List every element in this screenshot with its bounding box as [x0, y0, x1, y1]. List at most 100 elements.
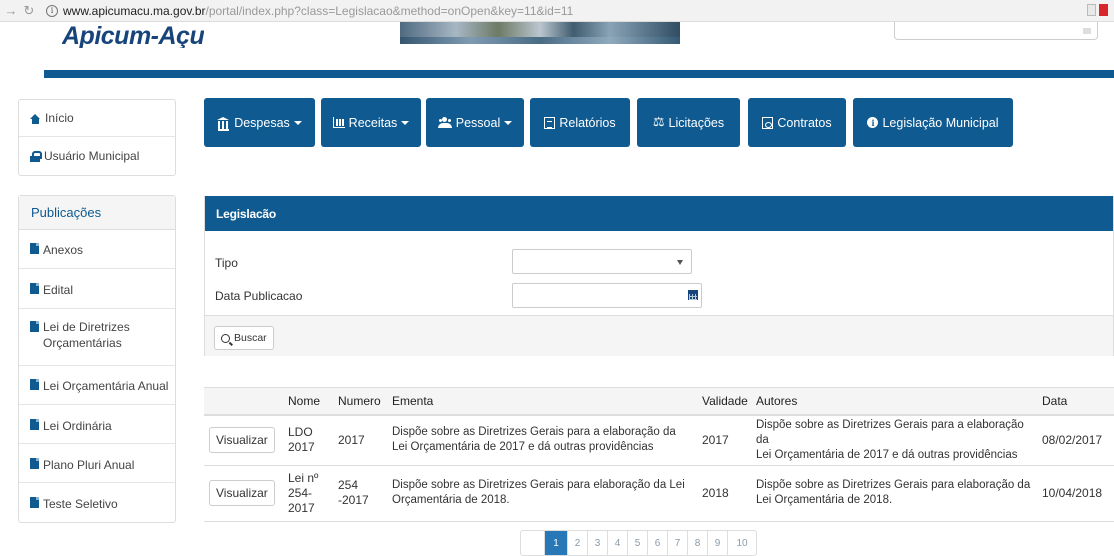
file-icon	[30, 379, 39, 390]
pagination-page-10[interactable]: 10	[728, 531, 756, 555]
pagination-page-4[interactable]: 4	[608, 531, 628, 555]
column-header-ementa[interactable]: Ementa	[390, 387, 700, 416]
numero-cell: 254 -2017	[336, 465, 390, 522]
ementa-line: Orçamentária de 2018.	[392, 494, 510, 506]
form-footer: Buscar	[205, 315, 1113, 356]
ementa-line: Dispõe sobre as Diretrizes Gerais para a…	[392, 426, 676, 438]
sidebar-item-lei-orcamentaria-anual[interactable]: Lei Orçamentária Anual	[19, 366, 175, 405]
bar-chart-icon	[332, 117, 345, 128]
visualizar-button[interactable]: Visualizar	[209, 480, 275, 506]
data-cell: 10/04/2018	[1040, 465, 1114, 522]
file-icon	[30, 419, 39, 430]
extension-icon[interactable]	[1087, 4, 1096, 16]
nav-licitacoes-button[interactable]: ⚖ Licitações	[637, 98, 740, 147]
sidebar-item-anexos[interactable]: Anexos	[19, 230, 175, 269]
file-icon	[30, 321, 39, 332]
actions-cell: Visualizar	[204, 465, 286, 522]
calendar-icon[interactable]	[688, 290, 698, 300]
sidebar-item-label: Anexos	[43, 243, 84, 257]
sidebar-item-usuario-municipal[interactable]: Usuário Municipal	[19, 137, 175, 174]
pagination-page-2[interactable]: 2	[568, 531, 588, 555]
nav-despesas-dropdown[interactable]: Despesas	[204, 98, 315, 147]
pagination-page-8[interactable]: 8	[688, 531, 708, 555]
sidebar-item-teste-seletivo[interactable]: Teste Seletivo	[19, 483, 175, 523]
site-logo[interactable]: Apicum-Açu	[62, 22, 204, 48]
pdf-icon	[762, 116, 774, 129]
buscar-button[interactable]: Buscar	[214, 326, 274, 350]
autores-cell: Dispõe sobre as Diretrizes Gerais para a…	[754, 414, 1040, 466]
caret-down-icon	[504, 120, 513, 125]
table-row: Visualizar Lei nº 254- 2017 254 -2017 Dispõ…	[204, 465, 1114, 522]
site-info-icon[interactable]: i	[46, 4, 58, 17]
autores-line: Dispõe sobre as Diretrizes Gerais para a…	[756, 418, 1024, 446]
buscar-label: Buscar	[234, 332, 267, 344]
column-header-autores[interactable]: Autores	[754, 387, 1040, 416]
table-header-row: Nome Numero Ementa Validade Autores Data	[204, 387, 1114, 416]
sidebar-item-lei-de-diretrizes-orcamentarias[interactable]: Lei de Diretrizes Orçamentárias	[19, 309, 175, 366]
sidebar-item-lei-ordinaria[interactable]: Lei Ordinária	[19, 405, 175, 444]
pagination-page-9[interactable]: 9	[708, 531, 728, 555]
nav-pessoal-dropdown[interactable]: Pessoal	[426, 98, 524, 147]
nav-label: Relatórios	[559, 115, 616, 130]
numero-line: -2017	[338, 493, 369, 507]
nav-legislacao-municipal-button[interactable]: i Legislação Municipal	[853, 98, 1013, 147]
reload-icon[interactable]: ↻	[22, 3, 36, 19]
column-header-validade[interactable]: Validade	[700, 387, 754, 416]
nav-relatorios-button[interactable]: Relatórios	[530, 98, 630, 147]
visualizar-button[interactable]: Visualizar	[209, 427, 275, 453]
sidebar-item-label: Lei Ordinária	[43, 419, 112, 433]
nav-label: Legislação Municipal	[882, 115, 999, 130]
extension-icons	[1087, 4, 1108, 16]
nav-receitas-dropdown[interactable]: Receitas	[321, 98, 421, 147]
nome-line: LDO	[288, 425, 313, 439]
results-table: Nome Numero Ementa Validade Autores Data…	[204, 387, 1114, 522]
scale-icon: ⚖	[652, 115, 665, 130]
ementa-line: Lei Orçamentária de 2017 e dá outras pro…	[392, 441, 654, 453]
sidebar-publications-panel: Publicações Anexos Edital Lei de Diretri…	[18, 195, 176, 523]
tipo-select[interactable]	[512, 249, 692, 274]
search-icon	[221, 333, 230, 343]
numero-cell: 2017	[336, 414, 390, 466]
bank-icon	[217, 116, 230, 131]
column-header-data[interactable]: Data	[1040, 387, 1114, 416]
address-bar[interactable]: i www.apicumacu.ma.gov.br/portal/index.p…	[46, 2, 573, 20]
caret-down-icon	[293, 120, 302, 125]
pagination-page-3[interactable]: 3	[588, 531, 608, 555]
data-publicacao-label: Data Publicacao	[215, 289, 303, 303]
sidebar-item-edital[interactable]: Edital	[19, 269, 175, 309]
actions-cell: Visualizar	[204, 414, 286, 466]
autores-line: Lei Orçamentária de 2018.	[756, 494, 893, 506]
pagination-page-5[interactable]: 5	[628, 531, 648, 555]
nome-cell: Lei nº 254- 2017	[286, 465, 336, 522]
ementa-line: Dispõe sobre as Diretrizes Gerais para e…	[392, 479, 685, 491]
pagination-page-6[interactable]: 6	[648, 531, 668, 555]
header-search-box[interactable]	[894, 22, 1098, 40]
column-header-nome[interactable]: Nome	[286, 387, 336, 416]
sidebar-item-label: Edital	[43, 283, 74, 297]
nav-label: Receitas	[348, 115, 398, 130]
sidebar-item-label: Lei Orçamentária Anual	[43, 379, 169, 393]
caret-down-icon	[401, 120, 410, 125]
nome-line: Lei nº	[288, 470, 319, 485]
sidebar-item-label: Usuário Municipal	[44, 148, 140, 163]
autores-cell: Dispõe sobre as Diretrizes Gerais para e…	[754, 465, 1040, 522]
users-icon	[437, 117, 452, 128]
nome-line: 2017	[288, 440, 315, 454]
nav-contratos-button[interactable]: Contratos	[748, 98, 846, 147]
url-domain: www.apicumacu.ma.gov.br	[63, 3, 206, 18]
column-header-numero[interactable]: Numero	[336, 387, 390, 416]
sidebar-item-inicio[interactable]: Início	[19, 100, 175, 137]
url-path: /portal/index.php?class=Legislacao&metho…	[205, 3, 574, 18]
forward-icon[interactable]: →	[4, 3, 18, 18]
pagination-previous[interactable]	[521, 531, 545, 555]
numero-line: 2017	[338, 432, 365, 447]
sidebar-item-plano-pluri-anual[interactable]: Plano Pluri Anual	[19, 444, 175, 483]
lock-icon	[30, 150, 42, 162]
document-icon	[544, 116, 556, 129]
pagination-page-7[interactable]: 7	[668, 531, 688, 555]
ementa-cell: Dispõe sobre as Diretrizes Gerais para a…	[390, 414, 700, 466]
nome-line: 254-	[288, 485, 313, 500]
pagination-page-1[interactable]: 1	[545, 531, 568, 555]
extension-icon-red[interactable]	[1099, 4, 1108, 16]
data-publicacao-input[interactable]	[512, 283, 702, 308]
